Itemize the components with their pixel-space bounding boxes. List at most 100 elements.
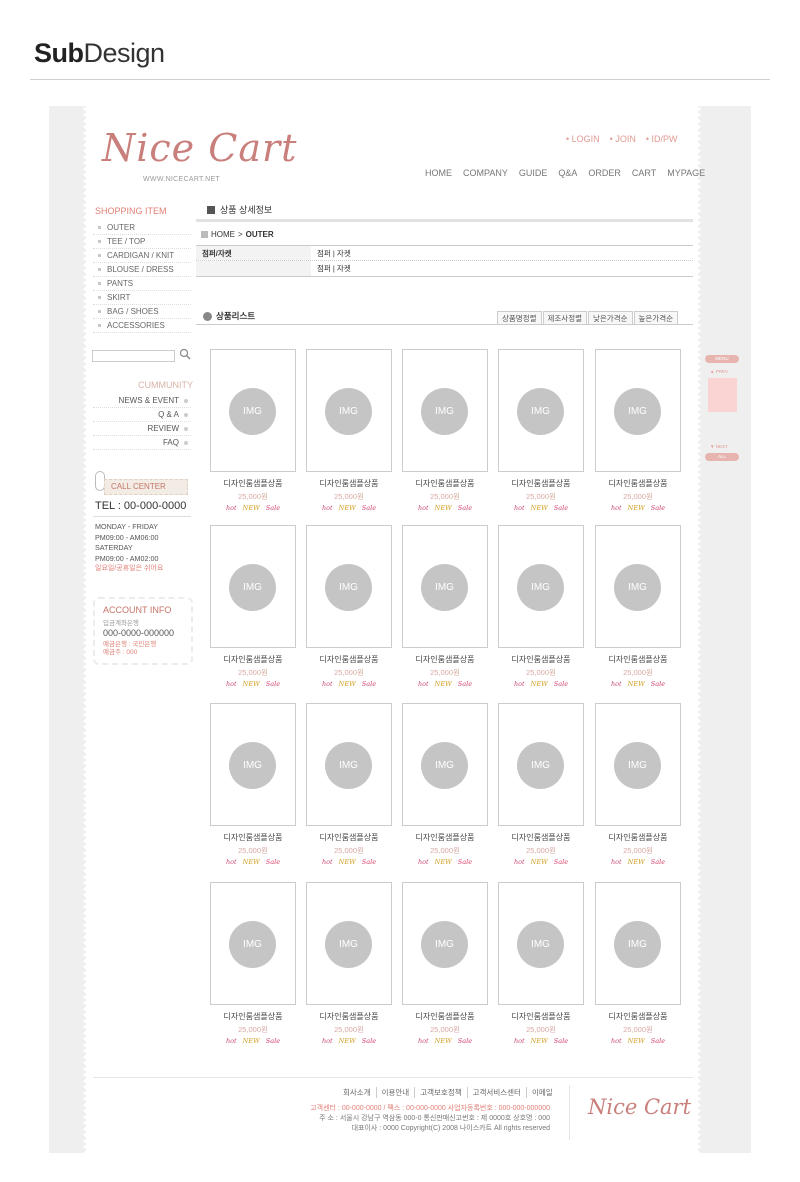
footer-link-service[interactable]: 고객서비스센터 bbox=[466, 1087, 526, 1098]
product-card[interactable]: IMG 디자인룸샘플상품 25,000원 hot NEW Sale bbox=[498, 882, 584, 1045]
product-image[interactable]: IMG bbox=[402, 703, 488, 826]
nav-mypage[interactable]: MYPAGE bbox=[667, 168, 705, 178]
product-name[interactable]: 디자인룸샘플상품 bbox=[498, 478, 584, 489]
community-qa[interactable]: Q & A bbox=[93, 408, 191, 422]
product-card[interactable]: IMG 디자인룸샘플상품 25,000원 hot NEW Sale bbox=[498, 349, 584, 512]
search-input[interactable] bbox=[92, 350, 175, 362]
product-card[interactable]: IMG 디자인룸샘플상품 25,000원 hot NEW Sale bbox=[595, 349, 681, 512]
sidebar-item-tee-top[interactable]: TEE / TOP bbox=[93, 235, 191, 249]
product-name[interactable]: 디자인룸샘플상품 bbox=[306, 654, 392, 665]
idpw-link[interactable]: ID/PW bbox=[646, 134, 678, 144]
product-card[interactable]: IMG 디자인룸샘플상품 25,000원 hot NEW Sale bbox=[210, 882, 296, 1045]
quick-all-button[interactable]: ALL bbox=[705, 453, 739, 461]
sort-by-maker[interactable]: 제조사정렬 bbox=[542, 311, 587, 325]
product-card[interactable]: IMG 디자인룸샘플상품 25,000원 hot NEW Sale bbox=[498, 703, 584, 866]
nav-cart[interactable]: CART bbox=[632, 168, 656, 178]
product-image[interactable]: IMG bbox=[595, 525, 681, 648]
nav-guide[interactable]: GUIDE bbox=[519, 168, 548, 178]
product-image[interactable]: IMG bbox=[306, 703, 392, 826]
product-name[interactable]: 디자인룸샘플상품 bbox=[498, 654, 584, 665]
footer-link-email[interactable]: 이메일 bbox=[525, 1087, 558, 1098]
product-image[interactable]: IMG bbox=[402, 349, 488, 472]
product-name[interactable]: 디자인룸샘플상품 bbox=[210, 832, 296, 843]
breadcrumb-home[interactable]: HOME bbox=[211, 230, 235, 239]
product-name[interactable]: 디자인룸샘플상품 bbox=[595, 1011, 681, 1022]
product-card[interactable]: IMG 디자인룸샘플상품 25,000원 hot NEW Sale bbox=[595, 703, 681, 866]
sidebar-item-accessories[interactable]: ACCESSORIES bbox=[93, 319, 191, 333]
category-value[interactable]: 점퍼 | 자켓 bbox=[311, 246, 351, 260]
product-name[interactable]: 디자인룸샘플상품 bbox=[306, 478, 392, 489]
nav-order[interactable]: ORDER bbox=[588, 168, 621, 178]
product-image[interactable]: IMG bbox=[595, 882, 681, 1005]
product-name[interactable]: 디자인룸샘플상품 bbox=[210, 478, 296, 489]
search-icon[interactable] bbox=[179, 348, 191, 360]
product-image[interactable]: IMG bbox=[210, 349, 296, 472]
sidebar-item-outer[interactable]: OUTER bbox=[93, 221, 191, 235]
nav-qa[interactable]: Q&A bbox=[558, 168, 577, 178]
product-image[interactable]: IMG bbox=[498, 349, 584, 472]
site-logo[interactable]: Nice Cart bbox=[102, 126, 297, 170]
product-name[interactable]: 디자인룸샘플상품 bbox=[595, 478, 681, 489]
sidebar-item-pants[interactable]: PANTS bbox=[93, 277, 191, 291]
quick-prev-button[interactable]: ▲ PREV bbox=[710, 369, 728, 374]
product-name[interactable]: 디자인룸샘플상품 bbox=[498, 1011, 584, 1022]
product-name[interactable]: 디자인룸샘플상품 bbox=[306, 1011, 392, 1022]
product-image[interactable]: IMG bbox=[402, 882, 488, 1005]
nav-company[interactable]: COMPANY bbox=[463, 168, 508, 178]
product-name[interactable]: 디자인룸샘플상품 bbox=[210, 1011, 296, 1022]
footer-link-guide[interactable]: 이용안내 bbox=[375, 1087, 415, 1098]
product-image[interactable]: IMG bbox=[498, 703, 584, 826]
product-image[interactable]: IMG bbox=[210, 703, 296, 826]
sidebar-item-cardigan-knit[interactable]: CARDIGAN / KNIT bbox=[93, 249, 191, 263]
product-card[interactable]: IMG 디자인룸샘플상품 25,000원 hot NEW Sale bbox=[306, 525, 392, 688]
product-card[interactable]: IMG 디자인룸샘플상품 25,000원 hot NEW Sale bbox=[402, 525, 488, 688]
product-name[interactable]: 디자인룸샘플상품 bbox=[402, 478, 488, 489]
quick-menu-button[interactable]: MENU bbox=[705, 355, 739, 363]
product-name[interactable]: 디자인룸샘플상품 bbox=[498, 832, 584, 843]
product-name[interactable]: 디자인룸샘플상품 bbox=[402, 654, 488, 665]
community-news-event[interactable]: NEWS & EVENT bbox=[93, 394, 191, 408]
sort-by-high-price[interactable]: 높은가격순 bbox=[633, 311, 678, 325]
product-name[interactable]: 디자인룸샘플상품 bbox=[402, 832, 488, 843]
product-name[interactable]: 디자인룸샘플상품 bbox=[306, 832, 392, 843]
product-image[interactable]: IMG bbox=[595, 703, 681, 826]
product-card[interactable]: IMG 디자인룸샘플상품 25,000원 hot NEW Sale bbox=[402, 349, 488, 512]
product-image[interactable]: IMG bbox=[306, 882, 392, 1005]
product-image[interactable]: IMG bbox=[306, 525, 392, 648]
sidebar-item-blouse-dress[interactable]: BLOUSE / DRESS bbox=[93, 263, 191, 277]
nav-home[interactable]: HOME bbox=[425, 168, 452, 178]
product-card[interactable]: IMG 디자인룸샘플상품 25,000원 hot NEW Sale bbox=[306, 703, 392, 866]
product-card[interactable]: IMG 디자인룸샘플상품 25,000원 hot NEW Sale bbox=[210, 349, 296, 512]
product-image[interactable]: IMG bbox=[210, 882, 296, 1005]
product-card[interactable]: IMG 디자인룸샘플상품 25,000원 hot NEW Sale bbox=[210, 703, 296, 866]
product-image[interactable]: IMG bbox=[595, 349, 681, 472]
sidebar-item-bag-shoes[interactable]: BAG / SHOES bbox=[93, 305, 191, 319]
product-card[interactable]: IMG 디자인룸샘플상품 25,000원 hot NEW Sale bbox=[595, 882, 681, 1045]
sort-by-name[interactable]: 상품명정렬 bbox=[497, 311, 542, 325]
footer-link-privacy[interactable]: 고객보호정책 bbox=[414, 1087, 466, 1098]
community-review[interactable]: REVIEW bbox=[93, 422, 191, 436]
product-image[interactable]: IMG bbox=[498, 882, 584, 1005]
quick-next-button[interactable]: ▼ NEXT bbox=[710, 444, 728, 449]
quick-recent-item[interactable] bbox=[708, 378, 737, 412]
join-link[interactable]: JOIN bbox=[610, 134, 636, 144]
category-value[interactable]: 점퍼 | 자켓 bbox=[311, 261, 351, 276]
product-card[interactable]: IMG 디자인룸샘플상품 25,000원 hot NEW Sale bbox=[306, 349, 392, 512]
product-card[interactable]: IMG 디자인룸샘플상품 25,000원 hot NEW Sale bbox=[402, 882, 488, 1045]
product-image[interactable]: IMG bbox=[498, 525, 584, 648]
product-name[interactable]: 디자인룸샘플상품 bbox=[210, 654, 296, 665]
product-name[interactable]: 디자인룸샘플상품 bbox=[595, 832, 681, 843]
community-faq[interactable]: FAQ bbox=[93, 436, 191, 450]
product-image[interactable]: IMG bbox=[306, 349, 392, 472]
product-image[interactable]: IMG bbox=[210, 525, 296, 648]
product-name[interactable]: 디자인룸샘플상품 bbox=[595, 654, 681, 665]
product-card[interactable]: IMG 디자인룸샘플상품 25,000원 hot NEW Sale bbox=[210, 525, 296, 688]
product-image[interactable]: IMG bbox=[402, 525, 488, 648]
sidebar-item-skirt[interactable]: SKIRT bbox=[93, 291, 191, 305]
product-card[interactable]: IMG 디자인룸샘플상품 25,000원 hot NEW Sale bbox=[498, 525, 584, 688]
product-card[interactable]: IMG 디자인룸샘플상품 25,000원 hot NEW Sale bbox=[402, 703, 488, 866]
product-card[interactable]: IMG 디자인룸샘플상품 25,000원 hot NEW Sale bbox=[595, 525, 681, 688]
product-card[interactable]: IMG 디자인룸샘플상품 25,000원 hot NEW Sale bbox=[306, 882, 392, 1045]
product-name[interactable]: 디자인룸샘플상품 bbox=[402, 1011, 488, 1022]
login-link[interactable]: LOGIN bbox=[566, 134, 600, 144]
